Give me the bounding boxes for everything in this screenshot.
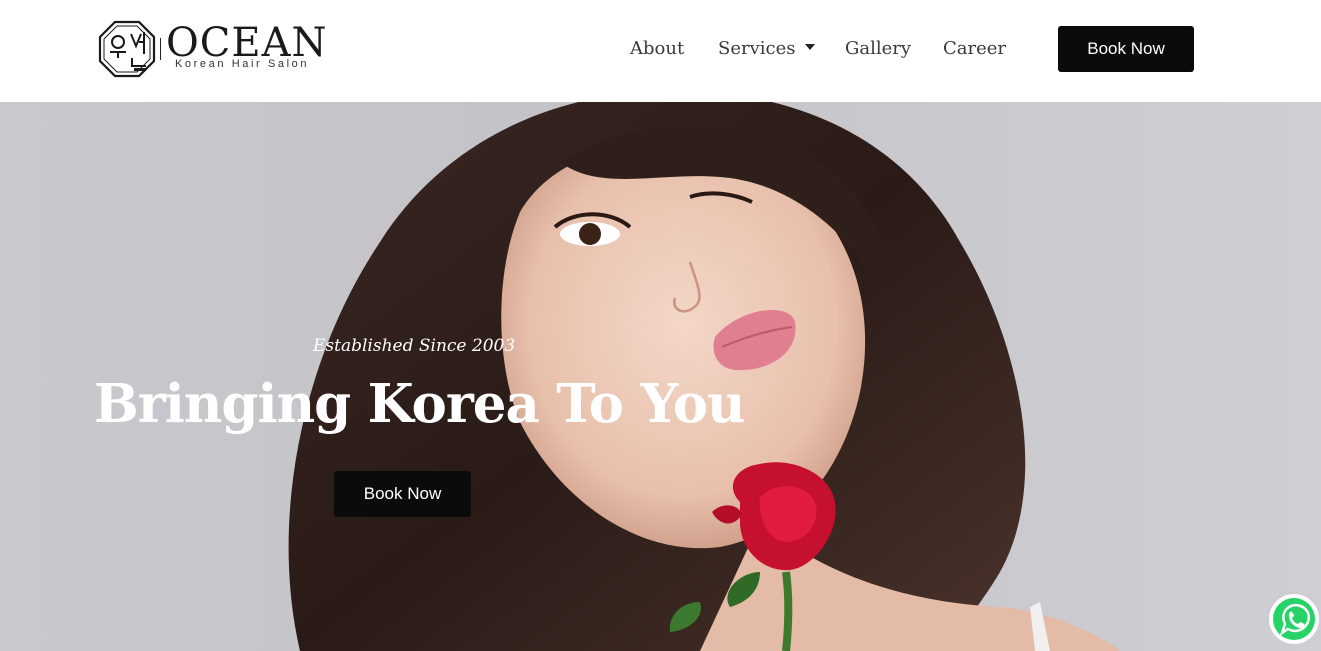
hero-subtitle: Established Since 2003	[313, 336, 516, 356]
brand-tagline: Korean Hair Salon	[175, 58, 310, 70]
nav-item-label: Gallery	[845, 38, 912, 59]
nav-item-label: Services	[718, 38, 796, 59]
hero-title: Bringing Korea To You	[94, 373, 746, 435]
nav-item-career[interactable]: Career	[943, 36, 1006, 62]
header-book-now-button[interactable]: Book Now	[1058, 26, 1194, 72]
ocean-hangul-emblem-icon	[98, 20, 156, 78]
nav-item-gallery[interactable]: Gallery	[845, 36, 911, 62]
hero-section: Established Since 2003 Bringing Korea To…	[0, 102, 1321, 651]
hero-book-now-button[interactable]: Book Now	[334, 471, 471, 517]
whatsapp-icon	[1269, 594, 1319, 644]
nav-item-about[interactable]: About	[630, 36, 684, 62]
nav-item-services[interactable]: Services	[718, 36, 816, 62]
nav-item-label: About	[630, 38, 685, 59]
site-header: OCEAN Korean Hair Salon About Services G…	[0, 0, 1321, 102]
nav-item-label: Career	[943, 38, 1007, 59]
site-logo[interactable]: OCEAN Korean Hair Salon	[98, 20, 338, 78]
logo-divider	[160, 38, 161, 60]
caret-down-icon	[805, 44, 816, 50]
hero-book-now-label: Book Now	[363, 484, 442, 503]
whatsapp-chat-button[interactable]	[1268, 593, 1320, 645]
header-book-now-label: Book Now	[1087, 39, 1165, 58]
